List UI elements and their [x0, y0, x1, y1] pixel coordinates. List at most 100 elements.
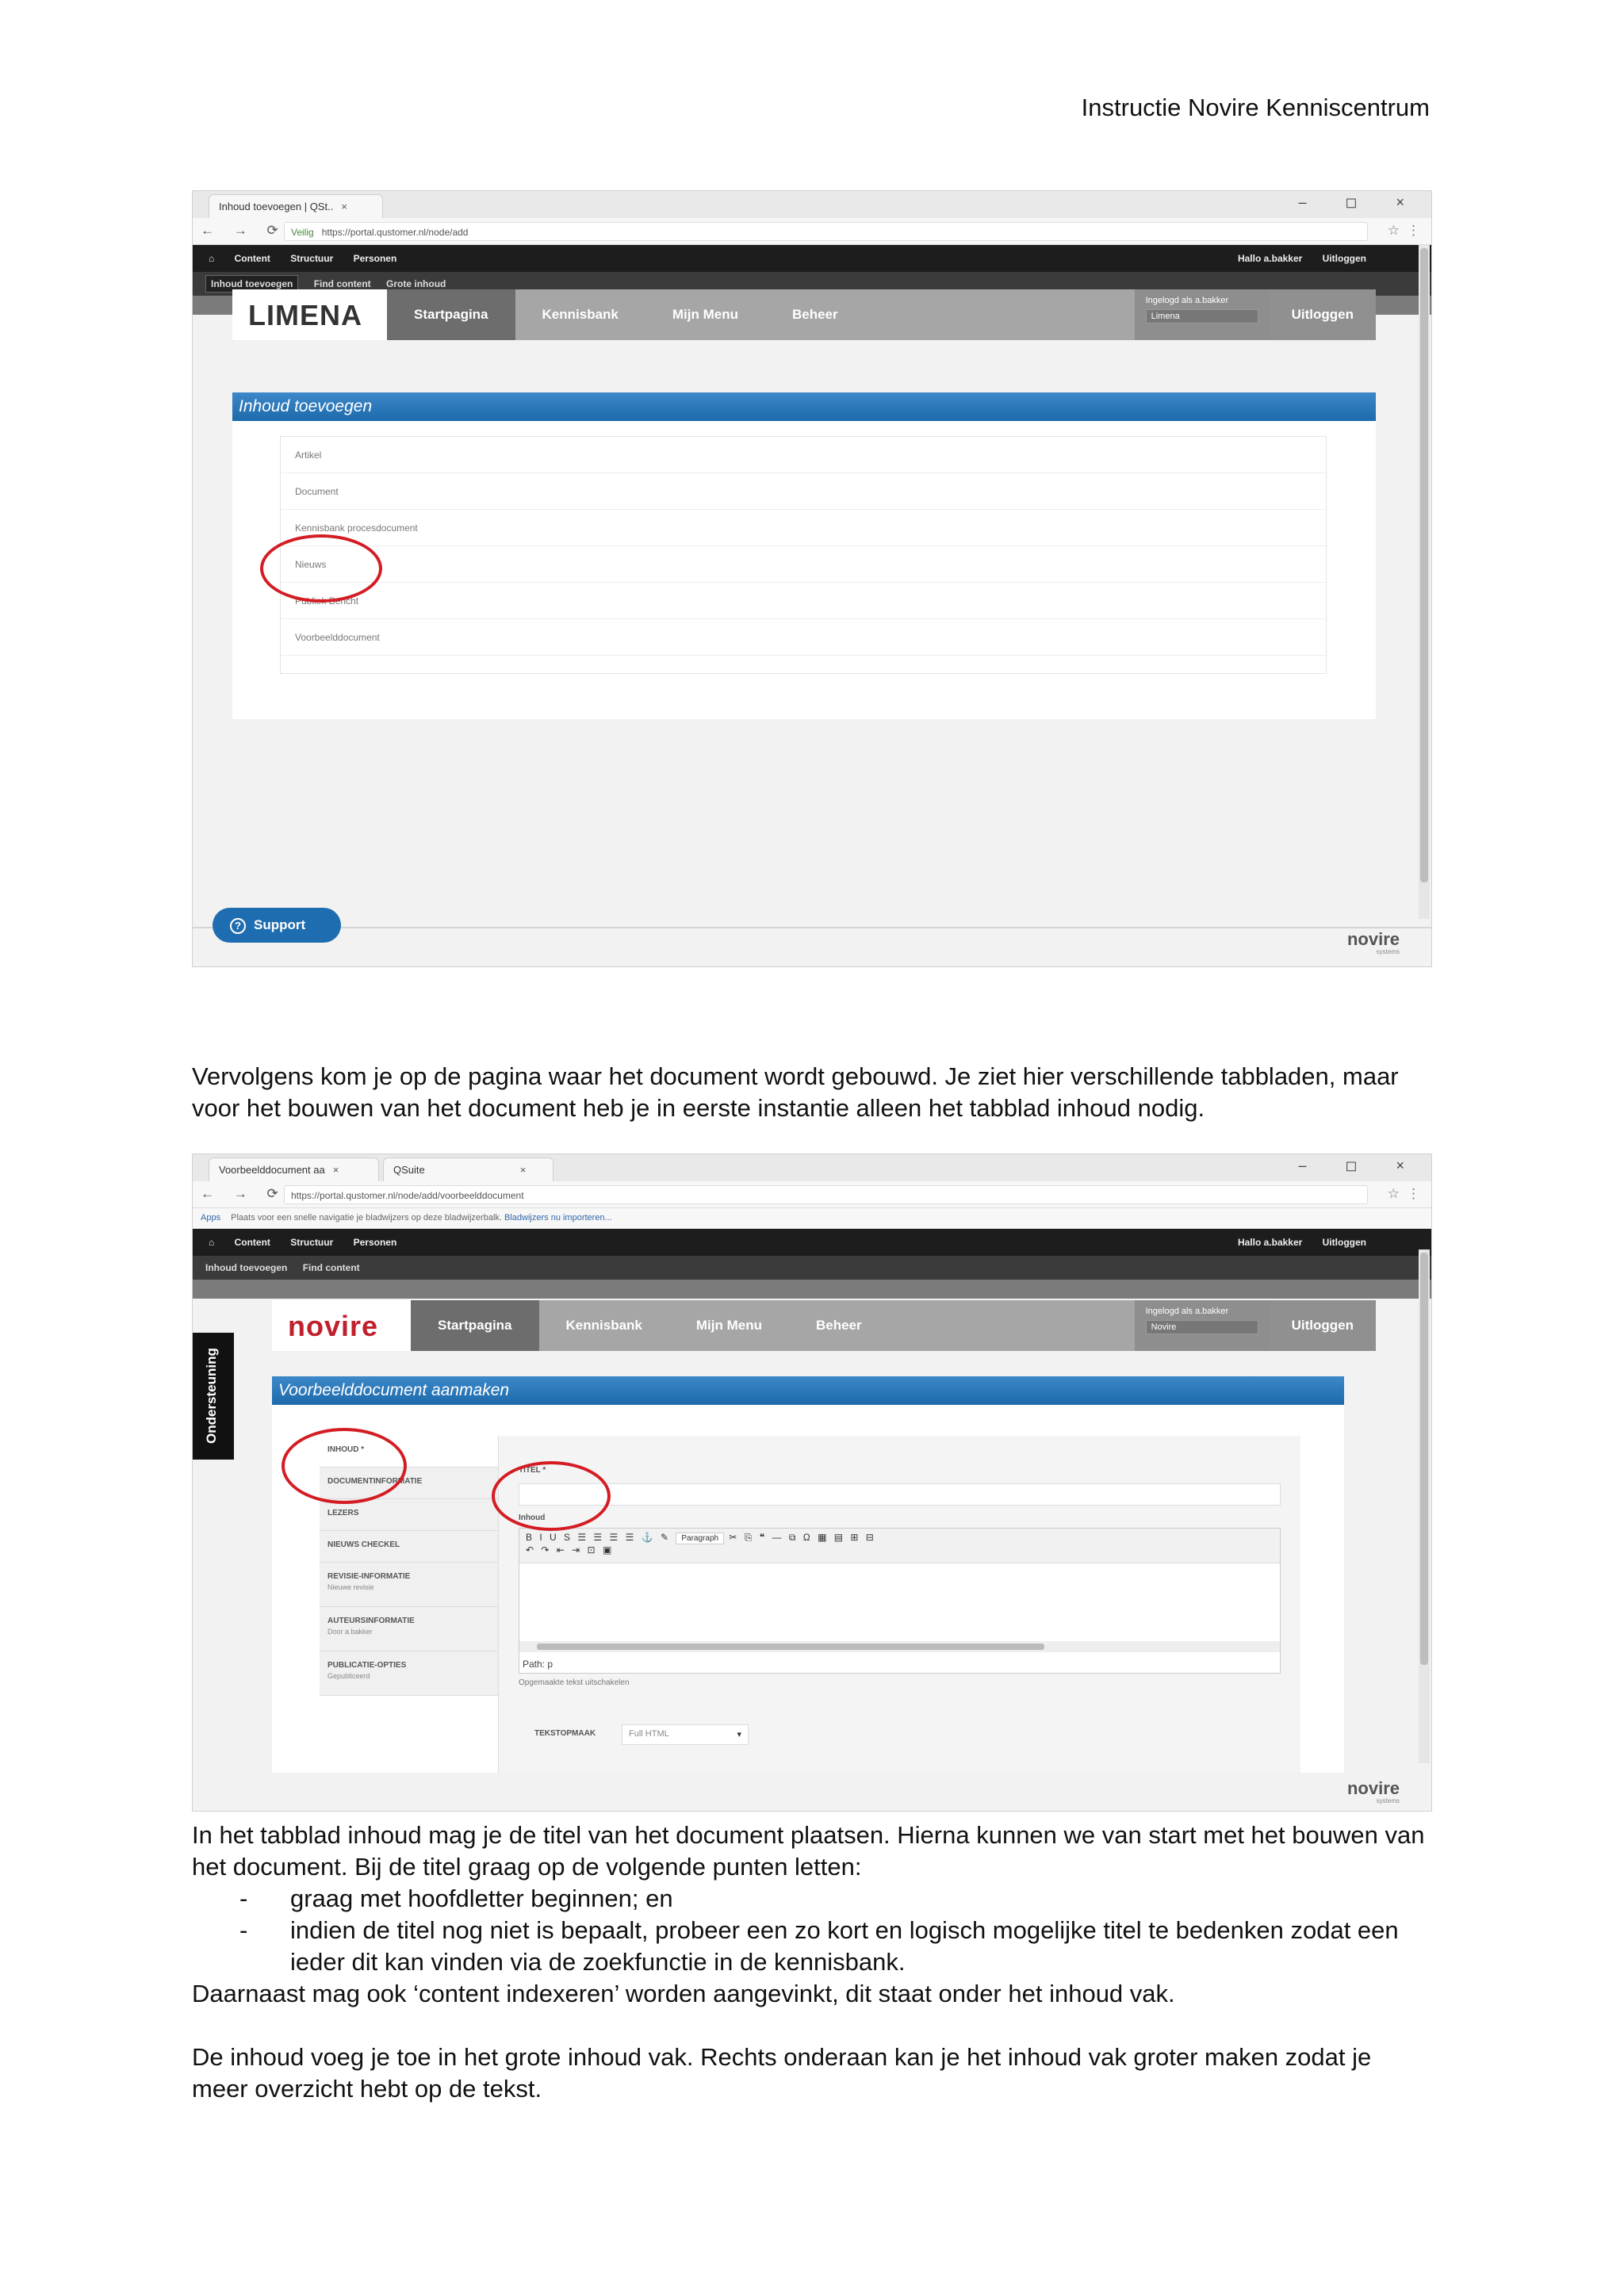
url-field[interactable]: https://portal.qustomer.nl/node/add/voor… [284, 1185, 1368, 1204]
editor-scrollbar[interactable] [519, 1641, 1280, 1652]
bookmark-star-icon[interactable]: ☆ [1388, 223, 1400, 239]
nav-my-menu[interactable]: Mijn Menu [669, 1300, 789, 1351]
highlight-circle-title [492, 1461, 611, 1531]
window-controls[interactable]: – ◻ × [1299, 194, 1422, 211]
user-box: Ingelogd als a.bakker Novire [1134, 1300, 1270, 1351]
screenshot-add-content: Inhoud toevoegen | QSt.. × – ◻ × ← → ⟳ Ve… [192, 190, 1432, 967]
close-icon[interactable]: × [520, 1164, 527, 1176]
close-icon[interactable]: × [333, 1164, 339, 1176]
browser-tab-label: QSuite [393, 1164, 425, 1176]
shortcut-find-content[interactable]: Find content [303, 1262, 360, 1273]
tab-news-check[interactable]: NIEUWS CHECKEL [320, 1531, 498, 1563]
browser-menu-icon[interactable]: ⋮ [1407, 223, 1420, 239]
bookmarks-hint: Plaats voor een snelle navigatie je blad… [231, 1213, 502, 1223]
browser-menu-icon[interactable]: ⋮ [1407, 1186, 1420, 1202]
logout-button[interactable]: Uitloggen [1269, 1300, 1376, 1351]
admin-item-content[interactable]: Content [235, 1237, 270, 1248]
tab-revision-info[interactable]: REVISIE-INFORMATIE Nieuwe revisie [320, 1563, 498, 1607]
novire-logo: novire [288, 1310, 379, 1342]
content-type-sample-document[interactable]: Voorbeelddocument [281, 619, 1326, 656]
admin-item-structure[interactable]: Structuur [290, 253, 333, 264]
support-side-tab[interactable]: Ondersteuning [193, 1333, 234, 1460]
panel-title: Voorbeelddocument aanmaken [272, 1376, 1344, 1405]
nav-manage[interactable]: Beheer [765, 289, 865, 340]
editor-toolbar[interactable]: B I U S ☰ ☰ ☰ ☰ ⚓ ✎ Paragraph ✂ ⎘ ❝ — ⧉ … [519, 1529, 1280, 1563]
tab-author-info[interactable]: AUTEURSINFORMATIE Door a.bakker [320, 1607, 498, 1651]
novire-brand: novire systems [1346, 929, 1400, 955]
admin-shortcuts: Inhoud toevoegen Find content [193, 1256, 1431, 1280]
highlight-circle-content-tab [282, 1428, 407, 1504]
logout-button[interactable]: Uitloggen [1269, 289, 1376, 340]
home-icon[interactable]: ⌂ [209, 253, 214, 264]
home-icon[interactable]: ⌂ [209, 1237, 214, 1248]
site-select[interactable]: Limena [1145, 309, 1258, 323]
shortcut-large-content[interactable]: Grote inhoud [386, 278, 446, 289]
shortcut-find-content[interactable]: Find content [314, 278, 371, 289]
disable-rich-text-link[interactable]: Opgemaakte tekst uitschakelen [519, 1678, 630, 1687]
close-icon[interactable]: × [341, 201, 347, 212]
admin-item-content[interactable]: Content [235, 253, 270, 264]
admin-greeting[interactable]: Hallo a.bakker [1238, 1237, 1302, 1248]
editor-path: Path: p [523, 1659, 553, 1670]
help-icon: ? [230, 918, 246, 934]
admin-toolbar: ⌂ Content Structuur Personen Hallo a.bak… [193, 1229, 1431, 1256]
paragraph-select[interactable]: Paragraph [676, 1533, 725, 1544]
nav-knowledge-base[interactable]: Kennisbank [539, 1300, 669, 1351]
instruction-paragraph-2: In het tabblad inhoud mag je de titel va… [192, 1821, 1425, 1881]
apps-link[interactable]: Apps [201, 1213, 220, 1223]
address-bar: ← → ⟳ Veilig https://portal.qustomer.nl/n… [193, 218, 1431, 245]
site-select[interactable]: Novire [1145, 1320, 1258, 1334]
import-bookmarks-link[interactable]: Bladwijzers nu importeren... [504, 1213, 612, 1223]
browser-tab-document[interactable]: Voorbeelddocument aa × [209, 1158, 379, 1181]
support-label: Support [254, 917, 306, 932]
page-scrollbar[interactable] [1419, 245, 1430, 919]
site-navigation: novire Startpagina Kennisbank Mijn Menu … [272, 1300, 1376, 1351]
content-area: Voorbeelddocument aanmaken INHOUD * DOCU… [272, 1376, 1344, 1773]
content-editor[interactable]: B I U S ☰ ☰ ☰ ☰ ⚓ ✎ Paragraph ✂ ⎘ ❝ — ⧉ … [519, 1528, 1281, 1674]
text-format-label: TEKSTOPMAAK [534, 1729, 596, 1738]
highlight-circle [260, 534, 382, 603]
nav-home[interactable]: Startpagina [411, 1300, 539, 1351]
nav-my-menu[interactable]: Mijn Menu [645, 289, 765, 340]
browser-tab[interactable]: Inhoud toevoegen | QSt.. × [209, 194, 383, 218]
page-scrollbar[interactable] [1419, 1249, 1430, 1763]
address-bar: ← → ⟳ ⌂ https://portal.qustomer.nl/node/… [193, 1181, 1431, 1208]
url-field[interactable]: Veilig https://portal.qustomer.nl/node/ad… [284, 222, 1368, 241]
footer-divider [193, 927, 1431, 928]
site-navigation: LIMENA Startpagina Kennisbank Mijn Menu … [232, 289, 1376, 340]
admin-logout[interactable]: Uitloggen [1323, 1237, 1366, 1248]
limena-logo: LIMENA [248, 299, 362, 331]
nav-manage[interactable]: Beheer [789, 1300, 889, 1351]
browser-tab-label: Inhoud toevoegen | QSt.. [219, 201, 334, 212]
admin-logout[interactable]: Uitloggen [1323, 253, 1366, 264]
shortcut-add-content[interactable]: Inhoud toevoegen [205, 1262, 287, 1273]
content-type-news[interactable]: Nieuws [281, 546, 1326, 583]
logged-in-label: Ingelogd als a.bakker [1145, 296, 1229, 305]
support-button[interactable]: ? Support [213, 908, 341, 943]
window-controls[interactable]: – ◻ × [1299, 1158, 1422, 1174]
tab-publish-options[interactable]: PUBLICATIE-OPTIES Gepubliceerd [320, 1651, 498, 1696]
title-input[interactable] [519, 1483, 1281, 1506]
admin-greeting[interactable]: Hallo a.bakker [1238, 253, 1302, 264]
nav-knowledge-base[interactable]: Kennisbank [515, 289, 645, 340]
content-type-public-message[interactable]: Publiek Bericht [281, 583, 1326, 619]
content-type-process-document[interactable]: Kennisbank procesdocument [281, 510, 1326, 546]
instruction-paragraph-3: Daarnaast mag ook ‘content indexeren’ wo… [192, 1980, 1175, 2007]
browser-tabstrip: Voorbeelddocument aa × QSuite × – ◻ × [193, 1154, 1431, 1181]
admin-item-people[interactable]: Personen [354, 1237, 397, 1248]
content-type-list: Artikel Document Kennisbank procesdocume… [280, 436, 1327, 674]
bookmark-star-icon[interactable]: ☆ [1388, 1186, 1400, 1202]
secure-label: Veilig [291, 227, 314, 238]
back-forward-reload-icons[interactable]: ← → ⟳ [201, 223, 286, 239]
screenshot-create-document: Voorbeelddocument aa × QSuite × – ◻ × ← → … [192, 1154, 1432, 1812]
nav-home[interactable]: Startpagina [387, 289, 515, 340]
user-box: Ingelogd als a.bakker Limena [1134, 289, 1270, 340]
tab-readers[interactable]: LEZERS [320, 1499, 498, 1531]
text-format-select[interactable]: Full HTML ▾ [622, 1724, 749, 1745]
admin-item-structure[interactable]: Structuur [290, 1237, 333, 1248]
header-band [193, 1280, 1431, 1299]
admin-item-people[interactable]: Personen [354, 253, 397, 264]
content-type-document[interactable]: Document [281, 473, 1326, 510]
content-type-article[interactable]: Artikel [281, 437, 1326, 473]
browser-tab-qsuite[interactable]: QSuite × [383, 1158, 553, 1181]
